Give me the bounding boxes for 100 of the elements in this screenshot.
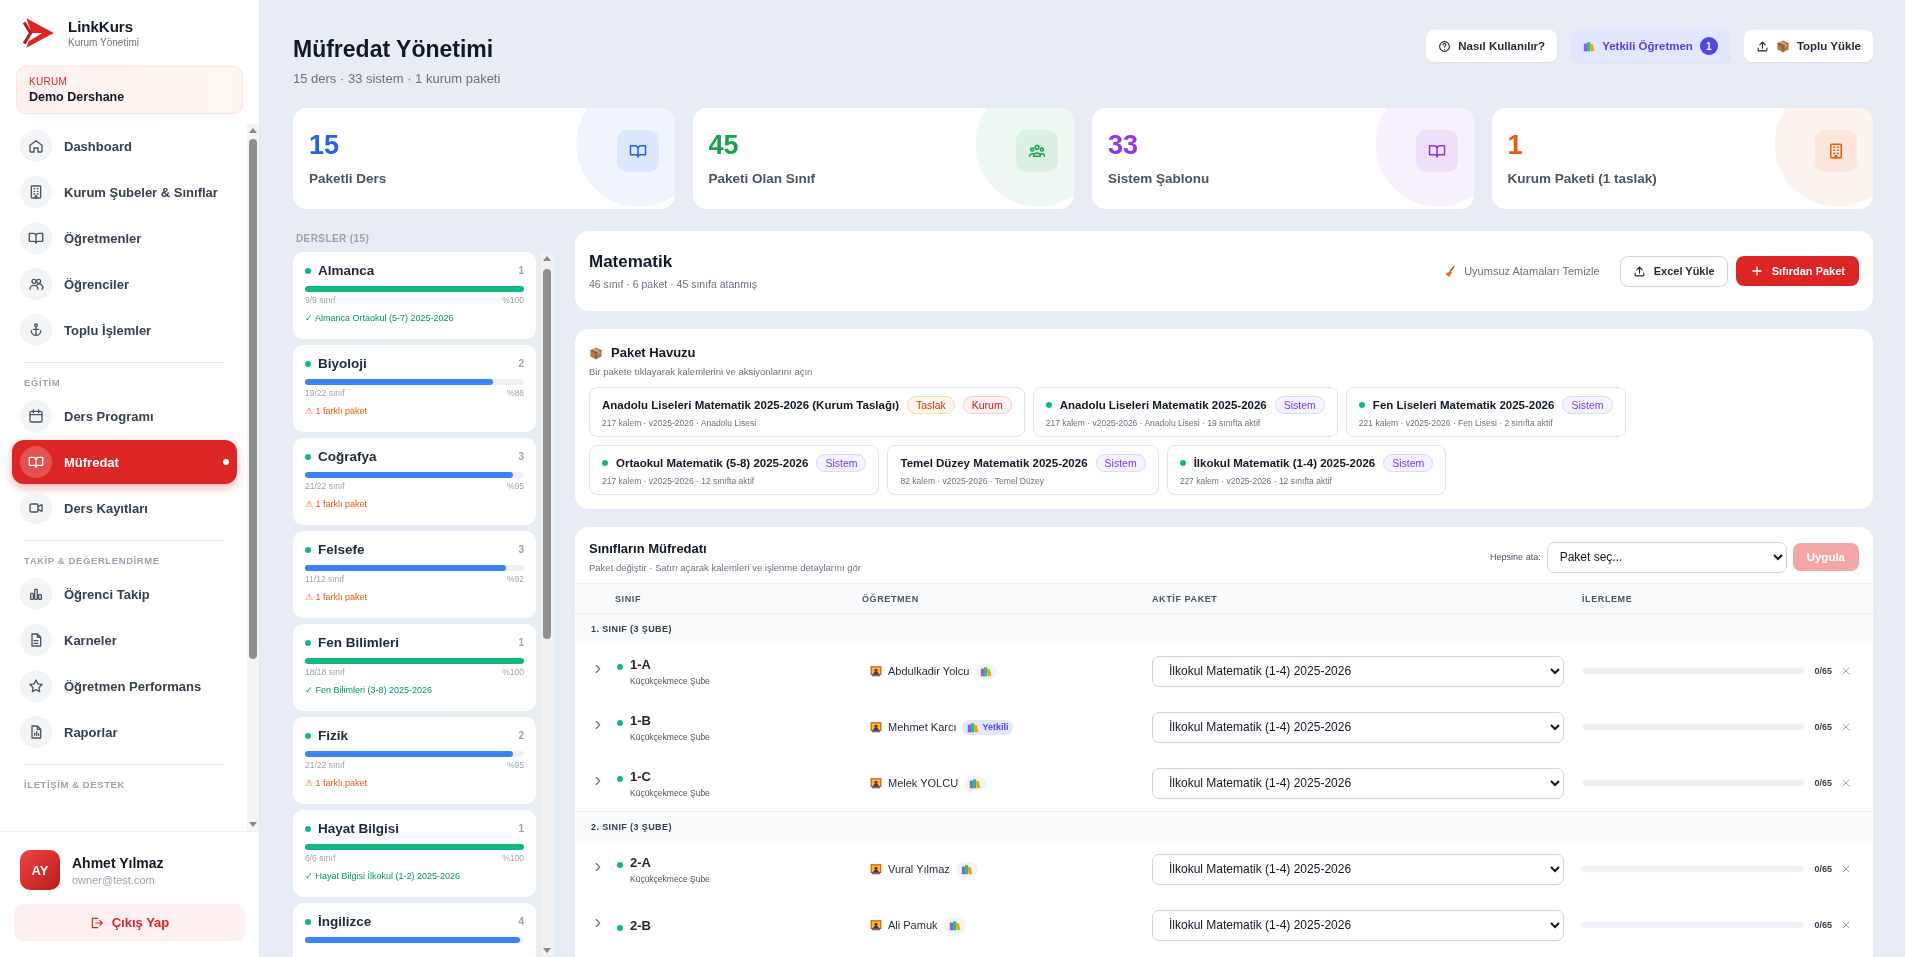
course-card[interactable]: Fizik 2 21/22 sınıf %95 ⚠ 1 farklı paket (293, 717, 536, 804)
package-card[interactable]: Ortaokul Matematik (5-8) 2025-2026 Sistem 217 kalem · v2025-2026 · 12 sınıfta aktif (589, 445, 880, 495)
sidebar-item[interactable]: Dashboard (12, 124, 237, 168)
box-icon (589, 345, 603, 360)
class-count: 6/6 sınıf (305, 853, 336, 863)
sidebar-item[interactable]: Öğretmenler (12, 216, 237, 260)
sidebar-item[interactable]: Ders Programı (12, 394, 237, 438)
logout-button[interactable]: Çıkış Yap (14, 904, 245, 941)
book-icon (28, 230, 44, 246)
books-icon (960, 863, 973, 875)
course-name: Fizik (318, 728, 349, 743)
status-dot (305, 825, 311, 832)
coverage-percent: %95 (507, 760, 524, 770)
course-card[interactable]: Almanca 1 9/9 sınıf %100 ✓ Almanca Ortaokul (5-7) 2025-2026 (293, 252, 536, 339)
scrollbar[interactable] (247, 124, 259, 831)
books-icon (948, 919, 961, 931)
package-tag: Kurum (962, 396, 1012, 414)
sidebar-item[interactable]: Ders Kayıtları (12, 486, 237, 530)
remove-icon[interactable] (1840, 919, 1852, 931)
section-title: İLETİŞİM & DESTEK (24, 764, 225, 790)
branch-name: Küçükçekmece Şube (630, 787, 710, 798)
books-icon (1583, 40, 1596, 52)
books-icon (967, 721, 980, 733)
package-select[interactable]: Paket seç... (1546, 541, 1787, 573)
status-note: ✓ Hayat Bilgisi İlkokul (1-2) 2025-2026 (305, 871, 462, 881)
user-email: owner@test.com (72, 873, 156, 886)
scrollbar[interactable] (541, 252, 553, 957)
book-icon (1427, 142, 1446, 160)
course-card[interactable]: İngilizce 4 (293, 903, 536, 957)
course-card[interactable]: Fen Bilimleri 1 18/18 sınıf %100 ✓ Fen Bilimleri (3-8) 2025-2026 (293, 624, 536, 711)
branch-name: Küçükçekmece Şube (630, 731, 710, 742)
teacher-icon (870, 665, 882, 677)
stat-label: Sistem Şablonu (1108, 171, 1210, 186)
sidebar-item[interactable]: Öğrenciler (12, 262, 237, 306)
package-card[interactable]: İlkokul Matematik (1-4) 2025-2026 Sistem 227 kalem · v2025-2026 · 12 sınıfta aktif (1166, 445, 1447, 495)
package-card[interactable]: Anadolu Liseleri Matematik 2025-2026 Sistem 217 kalem · v2025-2026 · Anadolu Lisesi · 19 sınıfta aktif (1032, 387, 1338, 437)
class-count: 19/22 sınıf (305, 388, 345, 398)
bulk-upload-button[interactable]: Toplu Yükle (1743, 30, 1873, 62)
package-select[interactable]: İlkokul Matematik (1-4) 2025-2026 (1152, 711, 1564, 743)
clean-button[interactable]: Uyumsuz Atamaları Temizle (1432, 257, 1612, 285)
broom-icon (1444, 265, 1457, 277)
status-dot (305, 732, 311, 739)
remove-icon[interactable] (1840, 721, 1852, 733)
status-note: ⚠ 1 farklı paket (305, 406, 369, 416)
document-icon (28, 632, 44, 648)
package-meta: 221 kalem · v2025-2026 · Fen Lisesi · 2 sınıfta aktif (1358, 418, 1554, 428)
authorized-teacher-button[interactable]: Yetkili Öğretmen 1 (1571, 30, 1730, 62)
package-tag: Sistem (1274, 396, 1325, 414)
video-icon (28, 500, 44, 516)
package-card[interactable]: Anadolu Liseleri Matematik 2025-2026 (Kurum Taslağı) Taslak Kurum 217 kalem · v2025-2026 · Anadolu Lisesi (589, 387, 1025, 437)
teacher-name: Melek YOLCU (888, 777, 959, 789)
page-title: Müfredat Yönetimi (293, 36, 495, 63)
excel-upload-button[interactable]: Excel Yükle (1619, 255, 1728, 287)
calendar-icon (28, 408, 44, 424)
course-card[interactable]: Coğrafya 3 21/22 sınıf %95 ⚠ 1 farklı paket (293, 438, 536, 525)
package-name: Temel Düzey Matematik 2025-2026 (900, 457, 1088, 469)
people-icon (1028, 142, 1046, 160)
course-card[interactable]: Biyoloji 2 19/22 sınıf %86 ⚠ 1 farklı paket (293, 345, 536, 432)
remove-icon[interactable] (1840, 863, 1852, 875)
package-meta: 217 kalem · v2025-2026 · Anadolu Lisesi · 19 sınıfta aktif (1045, 418, 1262, 428)
package-select[interactable]: İlkokul Matematik (1-4) 2025-2026 (1152, 655, 1564, 687)
package-card[interactable]: Temel Düzey Matematik 2025-2026 Sistem 82 kalem · v2025-2026 · Temel Düzey (887, 445, 1159, 495)
course-card[interactable]: Hayat Bilgisi 1 6/6 sınıf %100 ✓ Hayat Bilgisi İlkokul (1-2) 2025-2026 (293, 810, 536, 897)
sidebar-item[interactable]: Karneler (12, 618, 237, 662)
sidebar-item[interactable]: Müfredat (12, 440, 237, 484)
class-count: 11/12 sınıf (305, 574, 345, 584)
teacher-icon (870, 721, 882, 733)
remove-icon[interactable] (1840, 665, 1852, 677)
sidebar-item[interactable]: Toplu İşlemler (12, 308, 237, 352)
star-icon (28, 678, 44, 694)
class-name: 1-A (630, 656, 652, 672)
package-select[interactable]: İlkokul Matematik (1-4) 2025-2026 (1152, 909, 1564, 941)
new-package-button[interactable]: Sıfırdan Paket (1735, 256, 1859, 286)
book-icon (628, 142, 647, 160)
teacher-name: Vural Yılmaz (888, 863, 950, 875)
group-header: 2. SINIF (3 ŞUBE) (575, 811, 1873, 841)
column-header: SINIF (615, 593, 642, 604)
package-select[interactable]: İlkokul Matematik (1-4) 2025-2026 (1152, 767, 1564, 799)
sidebar-item[interactable]: Öğrenci Takip (12, 572, 237, 616)
sidebar-item[interactable]: Kurum Şubeler & Sınıflar (12, 170, 237, 214)
progress-count: 0/65 (1814, 778, 1832, 788)
course-card[interactable]: Felsefe 3 11/12 sınıf %92 ⚠ 1 farklı paket (293, 531, 536, 618)
class-count: 21/22 sınıf (305, 760, 345, 770)
sidebar-item[interactable]: Raporlar (12, 710, 237, 754)
sidebar-item[interactable]: Öğretmen Performans (12, 664, 237, 708)
package-card[interactable]: Fen Liseleri Matematik 2025-2026 Sistem 221 kalem · v2025-2026 · Fen Lisesi · 2 sınıfta aktif (1345, 387, 1626, 437)
package-meta: 217 kalem · v2025-2026 · 12 sınıfta aktif (602, 476, 756, 486)
teacher-name: Ali Pamuk (888, 919, 938, 931)
help-button[interactable]: Nasıl Kullanılır? (1426, 30, 1558, 62)
teacher-icon (870, 777, 882, 789)
coverage-percent: %92 (507, 574, 524, 584)
column-header: AKTİF PAKET (1152, 593, 1219, 604)
users-icon (28, 276, 44, 292)
class-count: 21/22 sınıf (305, 481, 345, 491)
class-name: 2-A (630, 854, 652, 870)
section-title: TAKİP & DEĞERLENDİRME (24, 540, 225, 566)
package-select[interactable]: İlkokul Matematik (1-4) 2025-2026 (1152, 853, 1564, 885)
teacher-icon (870, 863, 882, 875)
coverage-percent: %95 (507, 481, 524, 491)
remove-icon[interactable] (1840, 777, 1852, 789)
